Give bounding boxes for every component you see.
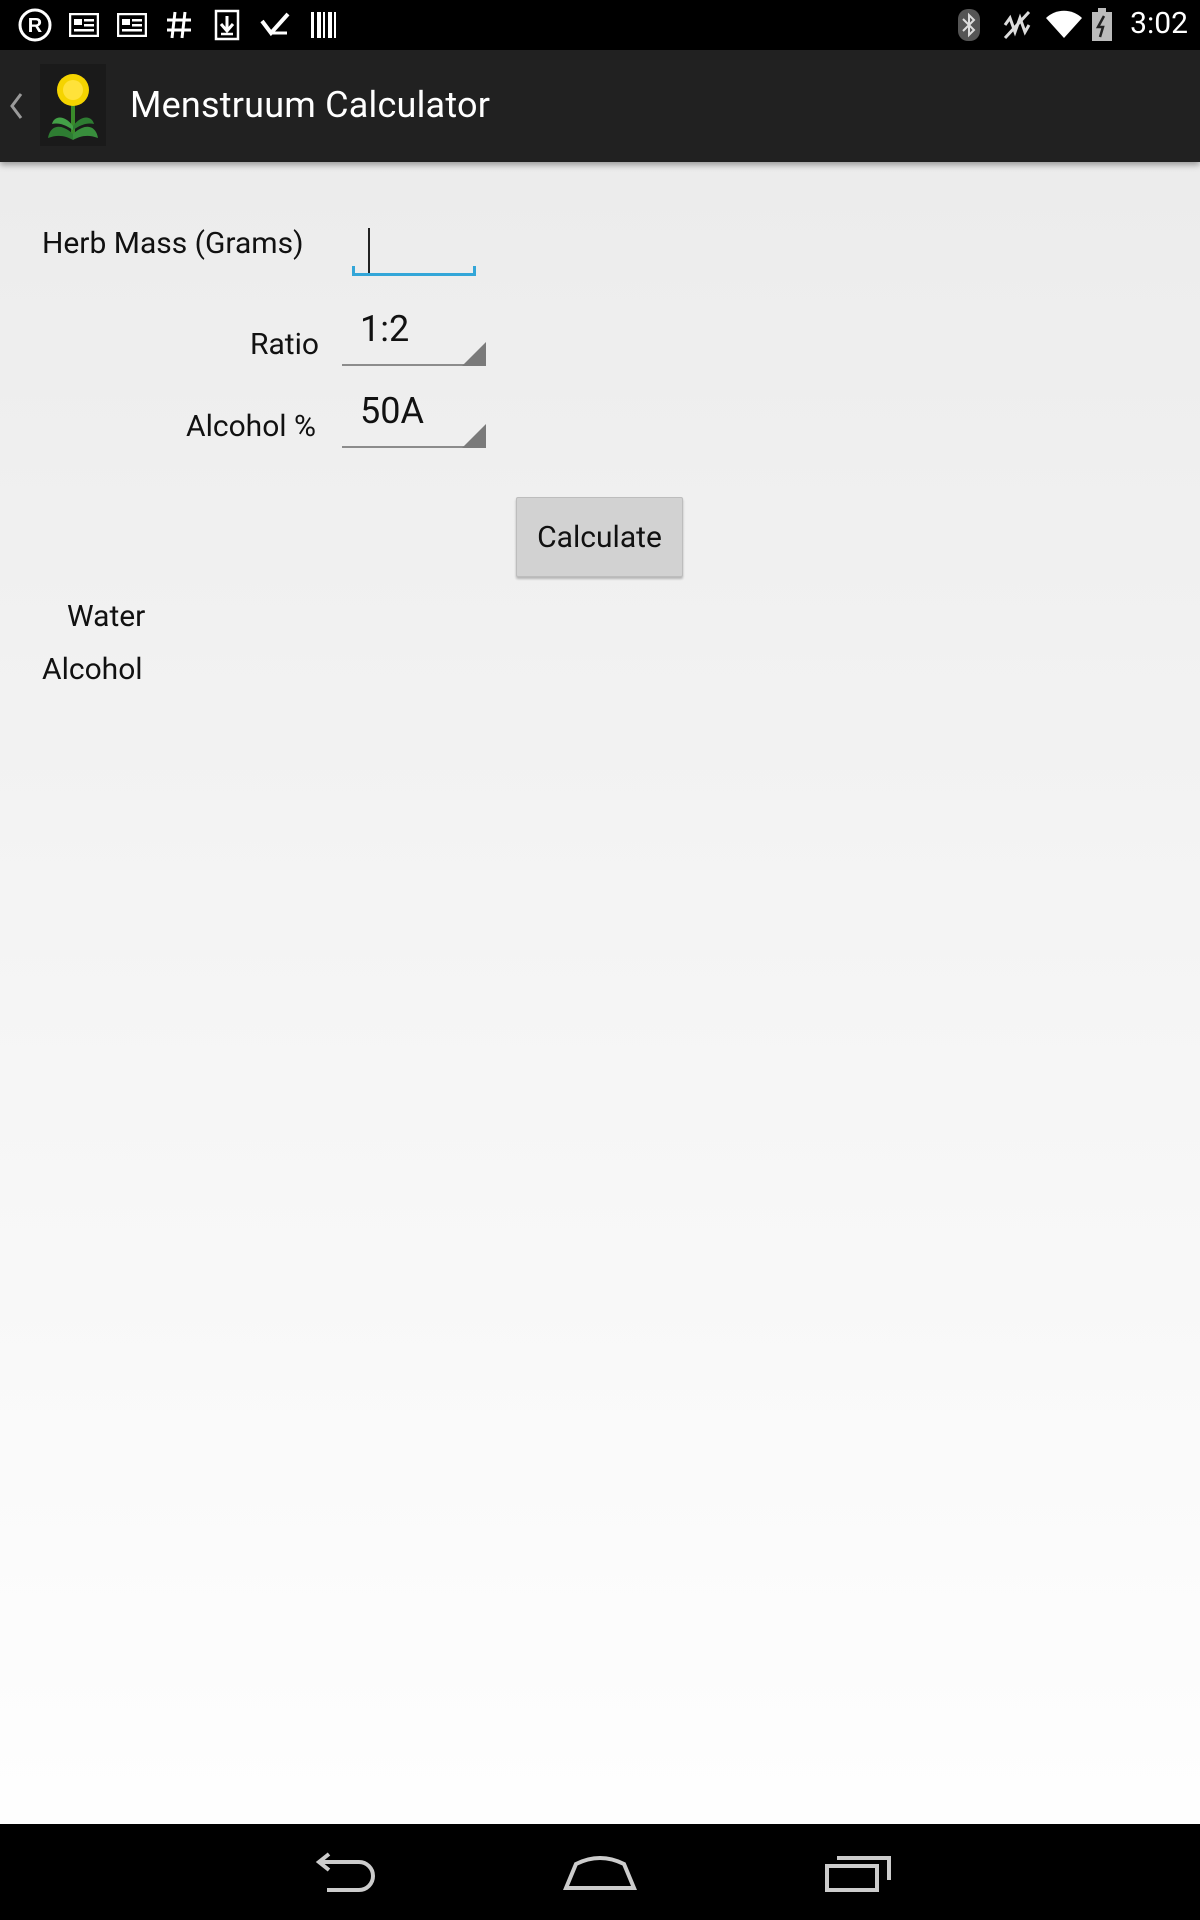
calculator-form: Herb Mass (Grams) Ratio 1:2 Alcohol % 50… xyxy=(0,162,1200,1824)
chevron-left-icon[interactable] xyxy=(6,88,26,124)
navigation-bar xyxy=(0,1824,1200,1920)
water-result-label: Water xyxy=(67,599,146,634)
text-cursor xyxy=(368,228,370,274)
app-title: Menstruum Calculator xyxy=(130,84,491,126)
ratio-label: Ratio xyxy=(250,327,320,362)
bluetooth-icon xyxy=(954,8,984,42)
vibrate-icon xyxy=(1000,8,1034,42)
barcode-icon xyxy=(308,8,338,42)
news-icon xyxy=(68,8,100,42)
alcohol-percent-value: 50A xyxy=(360,390,424,432)
check-icon xyxy=(258,8,292,42)
herb-mass-input[interactable] xyxy=(352,218,476,276)
input-underline xyxy=(352,273,476,276)
wifi-icon xyxy=(1044,8,1084,42)
calculate-button[interactable]: Calculate xyxy=(516,497,683,577)
input-tick-right xyxy=(473,266,476,276)
action-bar: Menstruum Calculator xyxy=(0,50,1200,162)
alcohol-percent-spinner[interactable]: 50A xyxy=(342,390,486,448)
herb-mass-label: Herb Mass (Grams) xyxy=(42,226,304,261)
ratio-spinner[interactable]: 1:2 xyxy=(342,308,486,366)
status-bar: R 3:02 xyxy=(0,0,1200,50)
clock: 3:02 xyxy=(1130,6,1188,41)
dropdown-triangle-icon xyxy=(462,342,486,366)
ratio-value: 1:2 xyxy=(360,308,410,350)
download-icon xyxy=(212,8,242,42)
svg-text:R: R xyxy=(28,15,43,37)
alcohol-percent-label: Alcohol % xyxy=(186,409,317,444)
alcohol-result-label: Alcohol xyxy=(42,652,143,687)
dropdown-triangle-icon xyxy=(462,424,486,448)
news-icon xyxy=(116,8,148,42)
battery-icon xyxy=(1090,8,1114,42)
recents-icon[interactable] xyxy=(818,1844,898,1900)
registered-icon: R xyxy=(16,8,54,42)
hashtag-icon xyxy=(164,8,194,42)
back-icon[interactable] xyxy=(302,1844,382,1900)
home-icon[interactable] xyxy=(560,1844,640,1900)
dandelion-icon[interactable] xyxy=(40,64,106,146)
